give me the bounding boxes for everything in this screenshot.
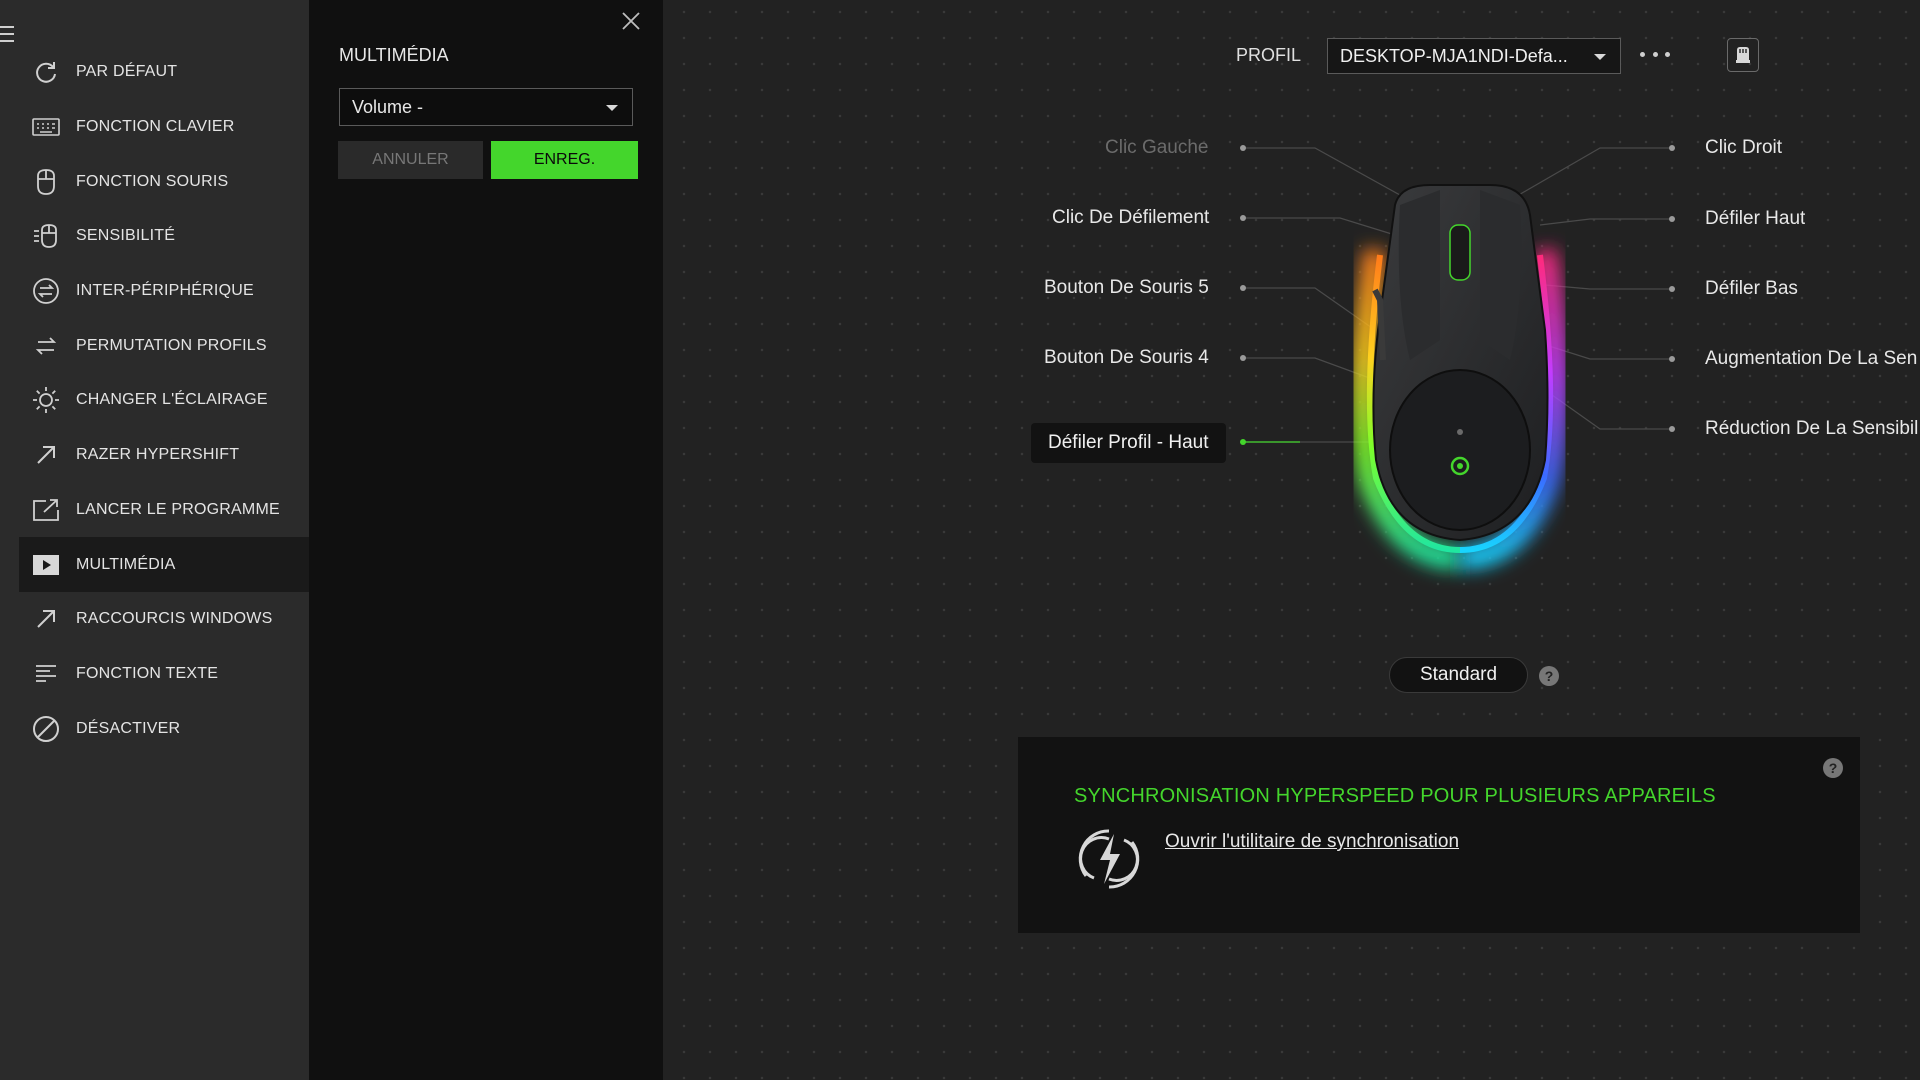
sidebar-item-disable[interactable]: DÉSACTIVER — [19, 701, 309, 756]
dropdown-value: Volume - — [352, 96, 424, 117]
help-icon[interactable]: ? — [1539, 666, 1559, 686]
close-icon[interactable] — [616, 6, 646, 36]
launch-program-icon — [32, 496, 60, 524]
multimedia-function-dropdown[interactable]: Volume - — [339, 88, 633, 126]
function-editor-panel: MULTIMÉDIA Volume - ANNULER ENREG. — [309, 0, 663, 1080]
text-function-icon — [32, 660, 60, 688]
button-scroll-click[interactable]: Clic De Défilement — [1052, 207, 1209, 229]
editor-title: MULTIMÉDIA — [339, 45, 449, 65]
profile-value: DESKTOP-MJA1NDI-Defa... — [1340, 45, 1568, 66]
button-mouse-5[interactable]: Bouton De Souris 5 — [1044, 277, 1209, 299]
sidebar-item-multimedia[interactable]: MULTIMÉDIA — [19, 537, 309, 592]
disable-icon — [32, 715, 60, 743]
sidebar-item-lighting[interactable]: CHANGER L'ÉCLAIRAGE — [19, 373, 309, 428]
sensitivity-icon — [32, 222, 60, 250]
cancel-button[interactable]: ANNULER — [338, 141, 483, 179]
profile-label: PROFIL — [1236, 45, 1302, 65]
sidebar-item-label: MULTIMÉDIA — [76, 555, 176, 573]
lighting-icon — [32, 386, 60, 414]
more-options-icon[interactable] — [1640, 44, 1670, 64]
hyperspeed-lightning-icon — [1072, 822, 1146, 896]
keyboard-icon — [32, 113, 60, 141]
mode-standard-toggle[interactable]: Standard — [1389, 657, 1528, 693]
sidebar-item-switch-profile[interactable]: PERMUTATION PROFILS — [19, 318, 309, 373]
button-scroll-up[interactable]: Défiler Haut — [1705, 208, 1805, 230]
sidebar-item-label: CHANGER L'ÉCLAIRAGE — [76, 391, 268, 409]
profile-dropdown[interactable]: DESKTOP-MJA1NDI-Defa... — [1327, 38, 1621, 74]
hypershift-icon — [32, 441, 60, 469]
sidebar-item-label: INTER-PÉRIPHÉRIQUE — [76, 282, 254, 300]
save-button[interactable]: ENREG. — [491, 141, 638, 179]
sidebar-item-mouse-function[interactable]: FONCTION SOURIS — [19, 154, 309, 209]
sync-title: SYNCHRONISATION HYPERSPEED POUR PLUSIEUR… — [1074, 785, 1716, 807]
sidebar-item-label: FONCTION SOURIS — [76, 172, 229, 190]
sidebar-item-hypershift[interactable]: RAZER HYPERSHIFT — [19, 428, 309, 483]
windows-shortcut-icon — [32, 605, 60, 633]
sidebar-item-default[interactable]: PAR DÉFAUT — [19, 45, 309, 100]
button-sensitivity-up[interactable]: Augmentation De La Sen — [1705, 348, 1917, 370]
sidebar-item-launch-program[interactable]: LANCER LE PROGRAMME — [19, 483, 309, 538]
sidebar-item-sensitivity[interactable]: SENSIBILITÉ — [19, 209, 309, 264]
switch-profile-icon — [32, 332, 60, 360]
sidebar-item-label: FONCTION TEXTE — [76, 664, 219, 682]
sidebar-item-label: SENSIBILITÉ — [76, 227, 176, 245]
sidebar-item-label: RAZER HYPERSHIFT — [76, 446, 240, 464]
button-mouse-4[interactable]: Bouton De Souris 4 — [1044, 347, 1209, 369]
chevron-down-icon — [606, 105, 618, 111]
sidebar-item-keyboard-function[interactable]: FONCTION CLAVIER — [19, 100, 309, 155]
function-menu: PAR DÉFAUT FONCTION CLAVIER FONCTION SOU… — [19, 45, 309, 756]
reset-icon — [32, 58, 60, 86]
hyperspeed-sync-card: SYNCHRONISATION HYPERSPEED POUR PLUSIEUR… — [1018, 737, 1860, 933]
inter-device-icon — [32, 277, 60, 305]
hamburger-menu-icon[interactable] — [0, 26, 16, 46]
button-left-click[interactable]: Clic Gauche — [1105, 137, 1209, 159]
sidebar-item-label: LANCER LE PROGRAMME — [76, 500, 280, 518]
onboard-memory-icon[interactable] — [1727, 38, 1759, 72]
button-right-click[interactable]: Clic Droit — [1705, 137, 1782, 159]
sidebar: PAR DÉFAUT FONCTION CLAVIER FONCTION SOU… — [0, 0, 309, 1080]
chevron-down-icon — [1594, 54, 1606, 60]
sidebar-item-text-function[interactable]: FONCTION TEXTE — [19, 647, 309, 702]
button-sensitivity-down[interactable]: Réduction De La Sensibil — [1705, 418, 1918, 440]
sidebar-item-label: FONCTION CLAVIER — [76, 118, 235, 136]
sidebar-item-label: RACCOURCIS WINDOWS — [76, 610, 273, 628]
button-scroll-down[interactable]: Défiler Bas — [1705, 278, 1798, 300]
sidebar-item-label: PERMUTATION PROFILS — [76, 336, 267, 354]
mouse-icon — [32, 168, 60, 196]
open-sync-utility-link[interactable]: Ouvrir l'utilitaire de synchronisation — [1165, 831, 1459, 853]
help-icon[interactable]: ? — [1823, 758, 1843, 778]
multimedia-icon — [32, 551, 60, 579]
sidebar-item-label: DÉSACTIVER — [76, 719, 181, 737]
sidebar-item-label: PAR DÉFAUT — [76, 63, 178, 81]
sidebar-item-inter-device[interactable]: INTER-PÉRIPHÉRIQUE — [19, 264, 309, 319]
sidebar-item-windows-shortcuts[interactable]: RACCOURCIS WINDOWS — [19, 592, 309, 647]
button-profile-cycle-up[interactable]: Défiler Profil - Haut — [1031, 423, 1226, 463]
